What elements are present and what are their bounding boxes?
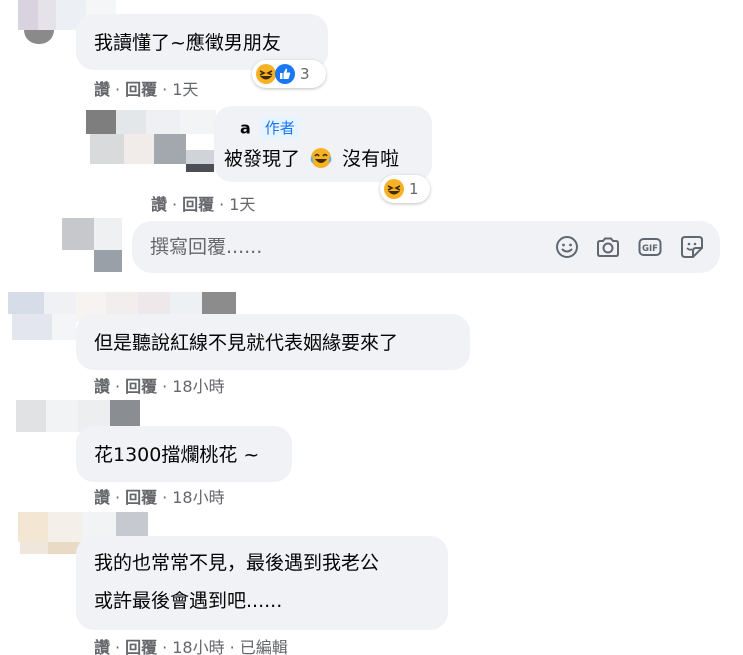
reply-button[interactable]: 回覆 [125, 488, 157, 507]
reply-button[interactable]: 回覆 [125, 638, 157, 655]
comment-actions: 讚 · 回覆 · 1天 [94, 80, 199, 99]
comment-text: 花1300擋爛桃花 ~ [94, 444, 260, 466]
comment-bubble: a 作者 被發現了 沒有啦 [214, 106, 432, 182]
comment-text-continued: 沒有啦 [342, 148, 400, 170]
avatar[interactable] [18, 0, 58, 46]
comment-actions: 讚 · 回覆 · 18小時 [94, 377, 225, 396]
author-name[interactable]: a [240, 119, 251, 138]
reaction-summary[interactable]: 1 [380, 175, 430, 203]
reply-button[interactable]: 回覆 [125, 80, 157, 99]
like-button[interactable]: 讚 [94, 80, 110, 99]
reaction-count: 1 [409, 180, 419, 198]
comment-bubble: 花1300擋爛桃花 ~ [76, 426, 292, 482]
emoji-icon[interactable] [554, 234, 580, 260]
avatar[interactable] [86, 110, 216, 174]
avatar[interactable] [8, 292, 78, 342]
comment-bubble: 我的也常常不見，最後遇到我老公 或許最後會遇到吧...... [76, 536, 448, 630]
timestamp[interactable]: 18小時 [172, 638, 224, 655]
comment-bubble: 但是聽說紅線不見就代表姻緣要來了 [76, 314, 470, 370]
author-badge: 作者 [258, 116, 301, 140]
like-button[interactable]: 讚 [94, 638, 110, 655]
sticker-icon[interactable] [679, 234, 705, 260]
timestamp[interactable]: 18小時 [172, 488, 224, 507]
laughing-tears-emoji-icon [310, 148, 332, 168]
reaction-summary[interactable]: 3 [252, 60, 326, 88]
haha-emoji-icon [384, 179, 404, 199]
comment-text: 我讀懂了~應徵男朋友 [94, 32, 281, 54]
comment-actions: 讚 · 回覆 · 18小時 [94, 488, 225, 507]
comment-actions: 讚 · 回覆 · 18小時 · 已編輯 [94, 638, 288, 655]
like-button[interactable]: 讚 [151, 195, 167, 214]
like-button[interactable]: 讚 [94, 488, 110, 507]
edited-label[interactable]: 已編輯 [240, 638, 288, 655]
comment-text-line-2: 或許最後會遇到吧...... [94, 590, 283, 612]
timestamp[interactable]: 1天 [229, 195, 255, 214]
reply-composer[interactable]: GIF [132, 221, 720, 273]
svg-text:GIF: GIF [642, 244, 658, 254]
current-user-avatar [62, 218, 124, 272]
timestamp[interactable]: 18小時 [172, 377, 224, 396]
like-button[interactable]: 讚 [94, 377, 110, 396]
comment-text: 我的也常常不見，最後遇到我老公 [94, 552, 380, 574]
reply-input[interactable] [150, 221, 530, 273]
reaction-count: 3 [300, 65, 310, 83]
comment-text: 但是聽說紅線不見就代表姻緣要來了 [94, 332, 399, 354]
reply-button[interactable]: 回覆 [125, 377, 157, 396]
comment-actions: 讚 · 回覆 · 1天 [151, 195, 256, 214]
reply-button[interactable]: 回覆 [182, 195, 214, 214]
gif-icon[interactable]: GIF [637, 234, 663, 260]
like-icon [275, 64, 295, 84]
camera-icon[interactable] [595, 234, 621, 260]
comment-text: 被發現了 [224, 148, 301, 170]
timestamp[interactable]: 1天 [172, 80, 198, 99]
